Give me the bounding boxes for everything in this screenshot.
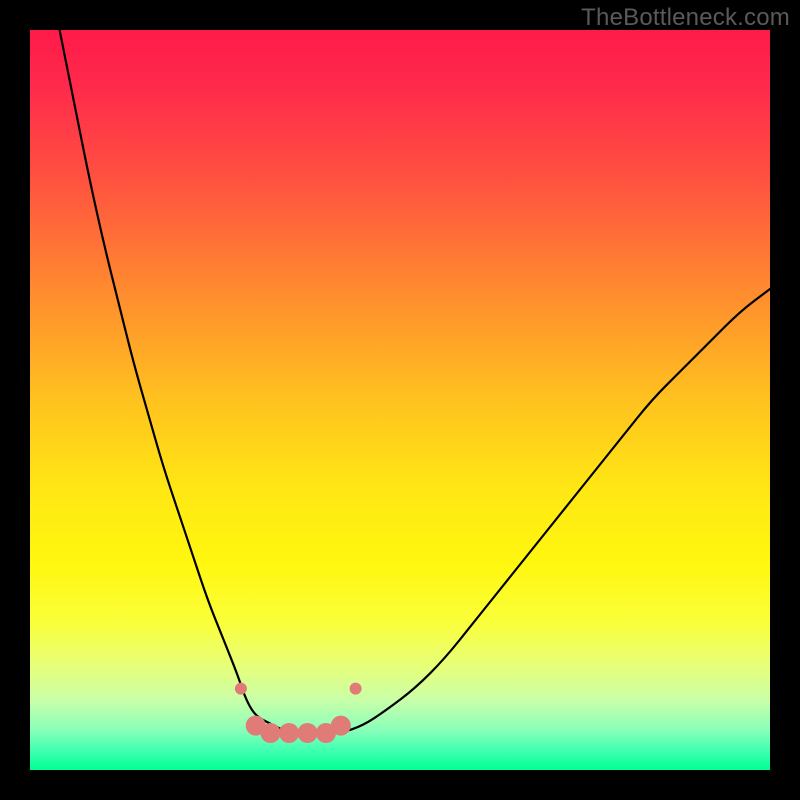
valley-marker	[261, 723, 281, 743]
chart-svg	[30, 30, 770, 770]
valley-marker	[331, 716, 351, 736]
plot-area	[30, 30, 770, 770]
chart-frame: TheBottleneck.com	[0, 0, 800, 800]
valley-marker	[298, 723, 318, 743]
valley-marker	[279, 723, 299, 743]
valley-marker	[235, 683, 247, 695]
watermark-text: TheBottleneck.com	[581, 4, 790, 32]
gradient-background	[30, 30, 770, 770]
valley-marker	[350, 683, 362, 695]
